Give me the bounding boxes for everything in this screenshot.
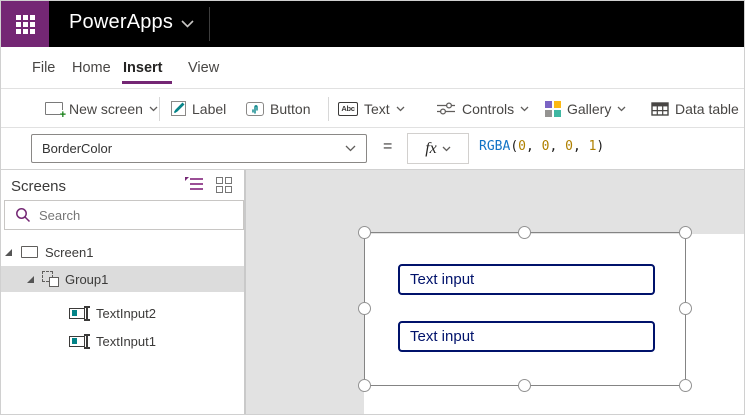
group-icon <box>42 271 59 287</box>
formula-token: 0 <box>565 139 573 154</box>
property-selector[interactable]: BorderColor <box>31 134 367 163</box>
menu-item-home[interactable]: Home <box>72 60 111 76</box>
text-label: Text <box>364 101 390 117</box>
selection-handle-middle-left[interactable] <box>358 302 371 315</box>
screens-sidebar: Screens Screen1 Group1 TextIn <box>1 170 246 415</box>
formula-token: ) <box>596 139 604 154</box>
design-canvas[interactable]: Text input Text input <box>246 170 745 415</box>
new-screen-button[interactable]: + New screen <box>45 90 158 127</box>
tree-item-label: TextInput1 <box>96 334 156 349</box>
text-input-icon <box>69 334 91 349</box>
expand-triangle-icon[interactable] <box>5 249 12 256</box>
formula-token: 0 <box>518 139 526 154</box>
group-selection-box[interactable] <box>364 232 686 386</box>
body: Screens Screen1 Group1 TextIn <box>1 170 745 415</box>
tree-item-textinput2[interactable]: TextInput2 <box>1 300 244 326</box>
search-input[interactable] <box>39 208 209 223</box>
sliders-icon <box>436 101 456 116</box>
formula-token: RGBA <box>479 139 510 154</box>
formula-bar: BorderColor = fx RGBA(0, 0, 0, 1) <box>1 128 745 170</box>
chevron-down-icon <box>617 106 626 112</box>
selection-handle-top-middle[interactable] <box>518 226 531 239</box>
app-title: PowerApps <box>69 11 173 34</box>
text-input-icon <box>69 306 91 321</box>
selection-handle-bottom-left[interactable] <box>358 379 371 392</box>
chevron-down-icon <box>149 106 158 112</box>
formula-input[interactable]: RGBA(0, 0, 0, 1) <box>479 139 604 154</box>
toolbar-divider <box>159 97 160 121</box>
label-pencil-icon <box>171 101 186 116</box>
tree-item-group1[interactable]: Group1 <box>1 266 244 292</box>
search-icon <box>15 207 31 223</box>
screen-icon <box>21 246 38 258</box>
topbar: PowerApps <box>1 1 745 47</box>
sidebar-title: Screens <box>11 178 66 195</box>
topbar-divider <box>209 7 210 41</box>
tree-item-textinput1[interactable]: TextInput1 <box>1 328 244 354</box>
grid-view-button[interactable] <box>216 177 232 193</box>
toolbar: + New screen Label Button Abc Text Contr… <box>1 90 745 128</box>
menu-item-insert[interactable]: Insert <box>123 60 163 76</box>
menubar: File Home Insert View <box>1 47 745 89</box>
formula-token: , <box>573 139 589 154</box>
selection-handle-top-left[interactable] <box>358 226 371 239</box>
label-button[interactable]: Label <box>171 90 226 127</box>
tree-item-label: Screen1 <box>45 245 93 260</box>
search-box[interactable] <box>4 200 244 230</box>
new-screen-icon: + <box>45 102 63 115</box>
menu-item-file[interactable]: File <box>32 60 55 76</box>
button-control-button[interactable]: Button <box>246 90 310 127</box>
chevron-down-icon <box>442 146 451 152</box>
data-table-icon <box>651 102 669 116</box>
fx-button[interactable]: fx <box>407 133 469 164</box>
label-label: Label <box>192 101 226 117</box>
selection-handle-top-right[interactable] <box>679 226 692 239</box>
data-table-label: Data table <box>675 101 739 117</box>
formula-token: ( <box>510 139 518 154</box>
controls-label: Controls <box>462 101 514 117</box>
app-title-chevron-icon[interactable] <box>181 20 194 28</box>
gallery-label: Gallery <box>567 101 611 117</box>
new-screen-label: New screen <box>69 101 143 117</box>
selection-handle-bottom-right[interactable] <box>679 379 692 392</box>
chevron-down-icon <box>520 106 529 112</box>
fx-label: fx <box>425 140 437 158</box>
gallery-button[interactable]: Gallery <box>545 90 626 127</box>
expand-triangle-icon[interactable] <box>27 276 34 283</box>
button-label: Button <box>270 101 310 117</box>
text-button[interactable]: Abc Text <box>338 90 405 127</box>
waffle-menu-button[interactable] <box>1 1 49 47</box>
tree-item-label: Group1 <box>65 272 108 287</box>
chevron-down-icon <box>345 145 356 152</box>
tree-item-label: TextInput2 <box>96 306 156 321</box>
gallery-icon <box>545 101 561 117</box>
tree-item-screen1[interactable]: Screen1 <box>1 239 244 265</box>
toolbar-divider <box>328 97 329 121</box>
selection-handle-middle-right[interactable] <box>679 302 692 315</box>
formula-token: , <box>526 139 542 154</box>
controls-button[interactable]: Controls <box>436 90 529 127</box>
formula-token: , <box>549 139 565 154</box>
abc-text-icon: Abc <box>338 102 358 116</box>
tree-view-button[interactable] <box>188 177 204 191</box>
chevron-down-icon <box>396 106 405 112</box>
powerapps-studio-window: PowerApps File Home Insert View + New sc… <box>0 0 745 415</box>
button-pointer-icon <box>246 102 264 116</box>
selection-handle-bottom-middle[interactable] <box>518 379 531 392</box>
property-name: BorderColor <box>42 141 112 156</box>
menu-item-view[interactable]: View <box>188 60 219 76</box>
waffle-grid-icon <box>16 15 35 34</box>
active-tab-underline <box>122 81 172 84</box>
data-table-button[interactable]: Data table <box>651 90 739 127</box>
equals-sign: = <box>383 138 392 156</box>
